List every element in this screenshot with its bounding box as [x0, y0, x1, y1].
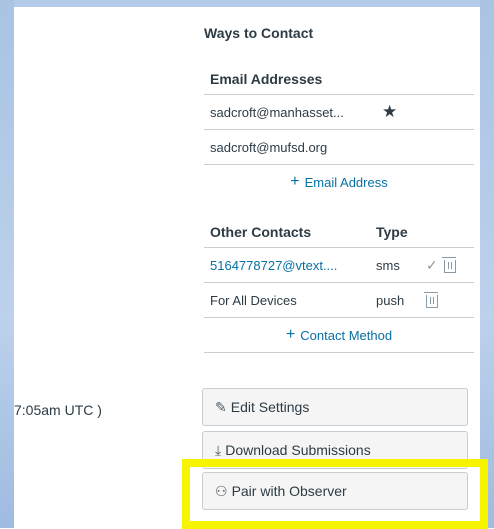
edit-settings-label: Edit Settings [230, 399, 310, 415]
table-row: For All Devices push [204, 282, 474, 317]
add-contact-label: Contact Method [300, 327, 393, 343]
add-email-address-link[interactable]: + Email Address [204, 164, 474, 199]
contact-type: sms [376, 257, 400, 273]
profile-page: 7:05am UTC ) Ways to Contact Email Addre… [14, 7, 488, 529]
other-contacts-header: Other Contacts [210, 224, 312, 240]
table-row[interactable]: sadcroft@manhasset... ★ [204, 94, 474, 129]
pencil-icon: ✎ [215, 398, 227, 415]
add-email-label: Email Address [304, 174, 388, 190]
plus-icon: + [285, 326, 296, 343]
trash-icon[interactable] [441, 257, 456, 273]
window-right-border [480, 0, 494, 528]
email-address[interactable]: sadcroft@mufsd.org [204, 140, 372, 155]
add-contact-method-link[interactable]: + Contact Method [204, 317, 474, 352]
email-addresses-table: Email Addresses sadcroft@manhasset... ★ … [204, 64, 474, 199]
other-contacts-table: Other Contacts Type 5164778727@vtext....… [204, 217, 474, 381]
highlight-box [182, 459, 488, 529]
email-address[interactable]: sadcroft@manhasset... [204, 105, 372, 120]
contact-type: push [376, 292, 405, 308]
contact-name: For All Devices [210, 292, 297, 308]
plus-icon: + [290, 173, 300, 190]
email-addresses-header: Email Addresses [210, 71, 323, 87]
window-top-border [0, 0, 494, 7]
download-submissions-label: Download Submissions [225, 442, 371, 458]
trash-icon[interactable] [424, 292, 438, 308]
check-icon[interactable]: ✓ [426, 257, 438, 274]
email-table-header: Email Addresses [204, 64, 474, 94]
contact-link[interactable]: 5164778727@vtext.... [204, 258, 370, 273]
download-icon: ⤓ [215, 441, 222, 458]
ways-to-contact-heading: Ways to Contact [204, 25, 314, 41]
table-row[interactable]: sadcroft@mufsd.org [204, 129, 474, 164]
type-header: Type [376, 224, 408, 240]
table-row[interactable]: 5164778727@vtext.... sms ✓ [204, 247, 474, 282]
window-left-border [0, 0, 14, 528]
timezone-text: 7:05am UTC ) [14, 402, 102, 418]
star-icon[interactable]: ★ [382, 102, 397, 122]
other-contacts-header-row: Other Contacts Type [204, 217, 474, 247]
edit-settings-button[interactable]: ✎ Edit Settings [202, 388, 468, 426]
table-footer-spacer [204, 352, 474, 381]
